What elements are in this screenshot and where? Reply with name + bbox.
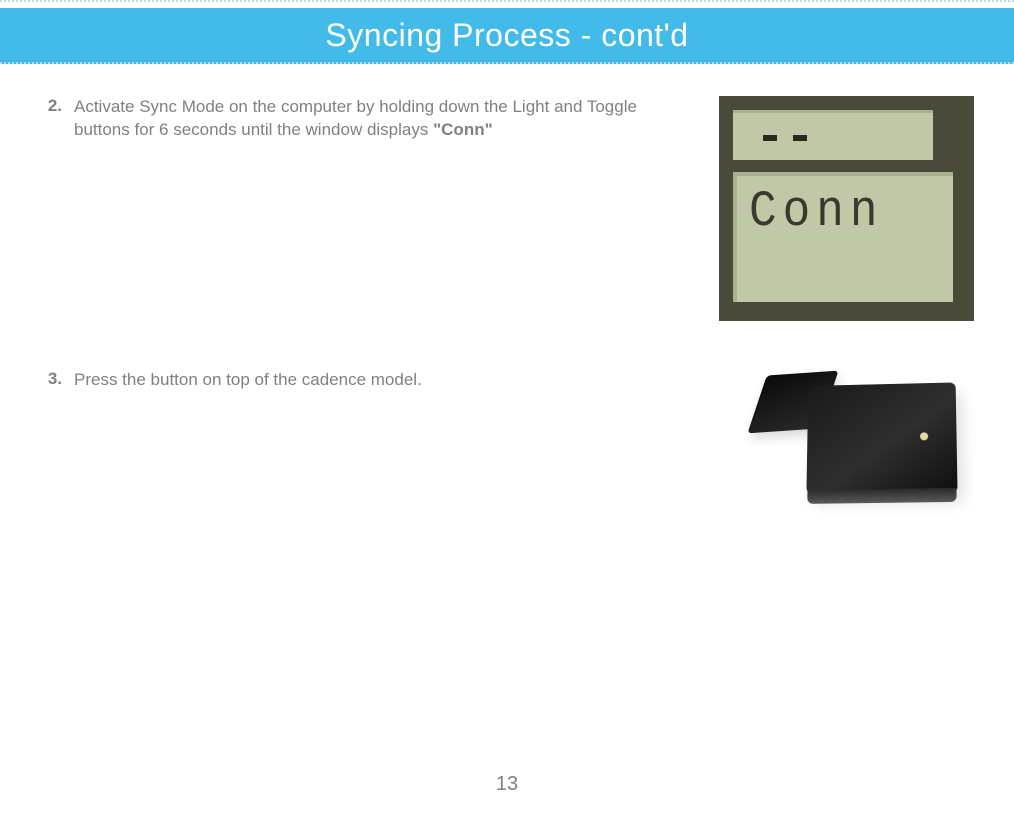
lcd-readout: Conn xyxy=(749,183,883,240)
step-text: Activate Sync Mode on the computer by ho… xyxy=(68,96,714,142)
step-text-body: Press the button on top of the cadence m… xyxy=(74,370,422,389)
step-number: 3. xyxy=(40,369,68,389)
step-image-container xyxy=(714,369,974,519)
step-number: 2. xyxy=(40,96,68,116)
manual-page: Syncing Process - cont'd 2. Activate Syn… xyxy=(0,0,1014,818)
step-row: 3. Press the button on top of the cadenc… xyxy=(40,369,974,519)
title-bar: Syncing Process - cont'd xyxy=(0,8,1014,64)
step-text: Press the button on top of the cadence m… xyxy=(68,369,714,392)
lcd-bottom-panel: Conn xyxy=(733,172,953,302)
sensor-edge xyxy=(807,488,956,504)
step-text-bold: "Conn" xyxy=(433,120,493,139)
step-text-body: Activate Sync Mode on the computer by ho… xyxy=(74,97,637,139)
lcd-display-photo: Conn xyxy=(719,96,974,321)
step-image-container: Conn xyxy=(714,96,974,321)
page-number: 13 xyxy=(0,773,1014,796)
step-row: 2. Activate Sync Mode on the computer by… xyxy=(40,96,974,321)
content-area: 2. Activate Sync Mode on the computer by… xyxy=(0,64,1014,519)
cadence-sensor-photo xyxy=(734,369,974,519)
page-title: Syncing Process - cont'd xyxy=(325,17,688,54)
lcd-top-panel xyxy=(733,110,933,160)
sensor-body xyxy=(806,382,957,493)
